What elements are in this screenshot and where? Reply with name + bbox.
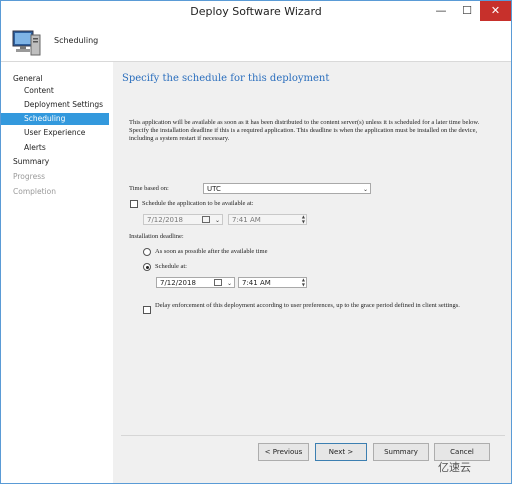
nav-item-summary[interactable]: Summary — [1, 156, 109, 168]
wizard-header: Scheduling — [1, 23, 511, 62]
nav-item-progress: Progress — [13, 172, 46, 181]
summary-button[interactable]: Summary — [373, 443, 429, 461]
asap-label: As soon as possible after the available … — [155, 248, 268, 255]
nav-item-content[interactable]: Content — [1, 85, 109, 97]
chevron-down-icon: ⌄ — [362, 186, 368, 193]
chevron-down-icon: ⌄ — [214, 217, 220, 224]
calendar-icon — [214, 279, 222, 286]
watermark: 亿速云 — [438, 461, 471, 474]
schedule-at-radio[interactable] — [143, 263, 151, 271]
wizard-window: Deploy Software Wizard — ☐ ✕ Scheduling … — [0, 0, 512, 484]
wizard-content: Specify the schedule for this deployment… — [113, 62, 511, 483]
available-time-picker: 7:41 AM ▲ ▼ — [228, 214, 307, 225]
available-time-value: 7:41 AM — [232, 216, 261, 224]
deadline-time-picker[interactable]: 7:41 AM ▲ ▼ — [238, 277, 307, 288]
available-date-picker: 7/12/2018 ⌄ — [143, 214, 223, 225]
deadline-date-value: 7/12/2018 — [160, 279, 196, 287]
delay-enforcement-label: Delay enforcement of this deployment acc… — [155, 302, 460, 309]
title-bar[interactable]: Deploy Software Wizard — ☐ ✕ — [1, 1, 511, 23]
wizard-nav: General Content Deployment Settings Sche… — [1, 62, 113, 483]
nav-item-completion: Completion — [13, 187, 56, 196]
schedule-at-label: Schedule at: — [155, 263, 187, 270]
page-title: Scheduling — [54, 36, 99, 45]
available-date-value: 7/12/2018 — [147, 216, 183, 224]
deadline-time-value: 7:41 AM — [242, 279, 271, 287]
delay-enforcement-checkbox[interactable] — [143, 306, 151, 314]
minimize-button[interactable]: — — [428, 1, 454, 21]
close-button[interactable]: ✕ — [480, 1, 511, 21]
nav-item-alerts[interactable]: Alerts — [1, 142, 109, 154]
spinner-icon: ▲ ▼ — [301, 214, 305, 224]
schedule-available-checkbox[interactable] — [130, 200, 138, 208]
nav-item-general[interactable]: General — [1, 73, 109, 85]
computer-icon — [12, 30, 41, 56]
schedule-description: This application will be available as so… — [129, 119, 480, 142]
installation-deadline-label: Installation deadline: — [129, 233, 184, 240]
next-button[interactable]: Next > — [315, 443, 367, 461]
maximize-button[interactable]: ☐ — [454, 1, 480, 21]
time-based-on-value: UTC — [207, 185, 221, 193]
previous-button[interactable]: < Previous — [258, 443, 309, 461]
asap-radio[interactable] — [143, 248, 151, 256]
deadline-date-picker[interactable]: 7/12/2018 ⌄ — [156, 277, 235, 288]
time-based-on-label: Time based on: — [129, 185, 169, 192]
nav-item-deployment-settings[interactable]: Deployment Settings — [1, 99, 109, 111]
section-title: Specify the schedule for this deployment — [122, 73, 330, 84]
nav-item-user-experience[interactable]: User Experience — [1, 127, 109, 139]
time-based-on-select[interactable]: UTC ⌄ — [203, 183, 371, 194]
nav-item-scheduling[interactable]: Scheduling — [1, 113, 109, 125]
schedule-available-label: Schedule the application to be available… — [142, 200, 254, 207]
calendar-icon — [202, 216, 210, 223]
button-separator — [121, 435, 505, 436]
spinner-icon: ▲ ▼ — [301, 277, 305, 287]
chevron-down-icon: ⌄ — [226, 280, 232, 287]
